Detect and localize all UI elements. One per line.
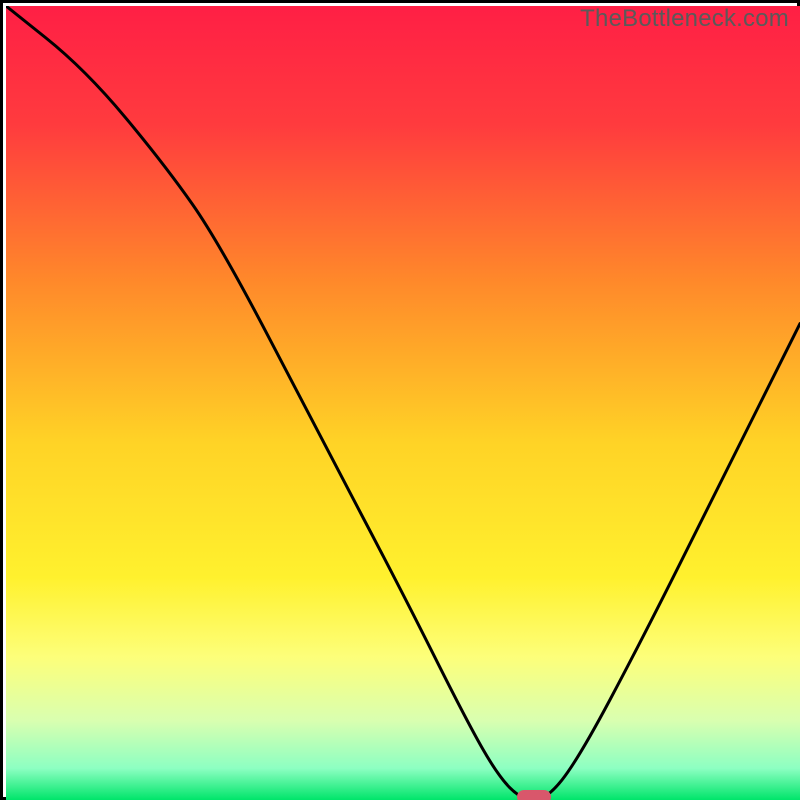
bottleneck-chart bbox=[6, 6, 800, 800]
chart-background bbox=[6, 6, 800, 800]
watermark-text: TheBottleneck.com bbox=[580, 5, 789, 33]
optimal-marker bbox=[517, 790, 551, 800]
chart-frame: TheBottleneck.com bbox=[0, 0, 800, 800]
